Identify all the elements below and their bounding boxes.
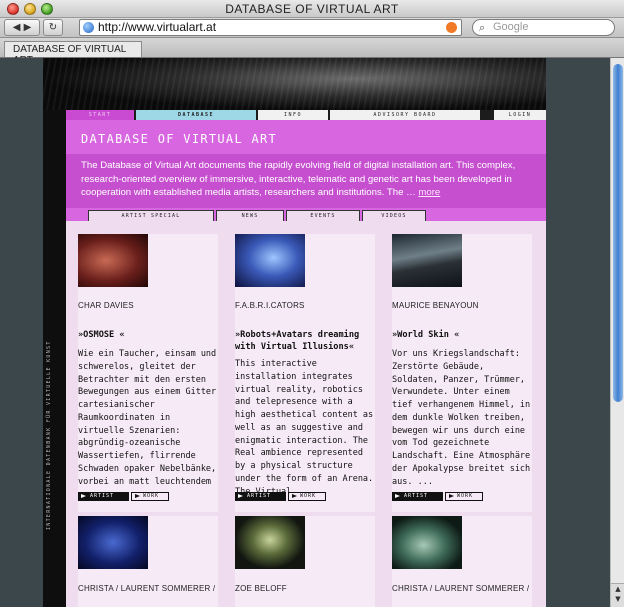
tab-events[interactable]: EVENTS xyxy=(286,210,360,221)
rss-icon[interactable] xyxy=(446,22,457,33)
globe-icon xyxy=(83,22,94,33)
artwork-thumbnail[interactable] xyxy=(235,516,305,569)
artwork-card: F.A.B.R.I.CATORS »Robots+Avatars dreamin… xyxy=(235,234,375,512)
forward-arrow-icon[interactable]: ▶ xyxy=(24,22,32,33)
search-icon: ⌕ xyxy=(479,22,486,34)
artwork-thumbnail[interactable] xyxy=(392,516,462,569)
artwork-card: CHRISTA / LAURENT SOMMERER / xyxy=(392,516,532,607)
browser-window: DATABASE OF VIRTUAL ART ◀ ▶ ↻ http://www… xyxy=(0,0,624,607)
work-title[interactable]: »OSMOSE « xyxy=(78,330,218,342)
address-field[interactable]: http://www.virtualart.at xyxy=(79,19,462,36)
artwork-card: ZOE BELOFF xyxy=(235,516,375,607)
artist-name: F.A.B.R.I.CATORS xyxy=(235,301,305,310)
artist-name: CHRISTA / LAURENT SOMMERER / xyxy=(78,584,216,593)
search-input[interactable]: ⌕ Google xyxy=(472,19,615,36)
tab-database-of-virtual-art[interactable]: DATABASE OF VIRTUAL ART xyxy=(4,41,142,66)
url-text: http://www.virtualart.at xyxy=(98,20,217,34)
page-title: DATABASE OF VIRTUAL ART xyxy=(81,132,278,146)
back-forward-button[interactable]: ◀ ▶ xyxy=(4,19,40,36)
artwork-card: MAURICE BENAYOUN »World Skin « Vor uns K… xyxy=(392,234,532,512)
page-header: DATABASE OF VIRTUAL ART xyxy=(66,120,546,154)
vertical-site-label: INTERNATIONALE DATENBANK FÜR VIRTUELLE K… xyxy=(46,340,52,530)
work-button[interactable]: WORK xyxy=(131,492,169,501)
artist-button[interactable]: ARTIST xyxy=(235,492,286,501)
toolbar: ◀ ▶ ↻ http://www.virtualart.at ⌕ Google xyxy=(0,18,624,38)
intro-text: The Database of Virtual Art documents th… xyxy=(66,154,546,208)
search-placeholder: Google xyxy=(493,21,529,33)
work-button[interactable]: WORK xyxy=(288,492,326,501)
work-description: This interactive installation integrates… xyxy=(235,359,374,497)
nav-login[interactable]: LOGIN xyxy=(494,110,546,120)
tab-videos[interactable]: VIDEOS xyxy=(362,210,426,221)
artwork-thumbnail[interactable] xyxy=(235,234,305,287)
tab-news[interactable]: NEWS xyxy=(216,210,284,221)
header-banner-image xyxy=(43,58,546,110)
back-arrow-icon[interactable]: ◀ xyxy=(13,22,21,33)
web-page: INTERNATIONALE DATENBANK FÜR VIRTUELLE K… xyxy=(0,58,610,607)
work-description: Vor uns Kriegslandschaft: Zerstörte Gebä… xyxy=(392,349,531,487)
artwork-thumbnail[interactable] xyxy=(78,234,148,287)
artwork-thumbnail[interactable] xyxy=(78,516,148,569)
nav-info[interactable]: INFO xyxy=(258,110,328,120)
work-description: Wie ein Taucher, einsam und schwerelos, … xyxy=(78,349,217,499)
work-title[interactable]: »Robots+Avatars dreaming with Virtual Il… xyxy=(235,330,375,353)
artwork-card: CHAR DAVIES »OSMOSE « Wie ein Taucher, e… xyxy=(78,234,218,512)
title-bar: DATABASE OF VIRTUAL ART xyxy=(0,0,624,18)
scroll-arrows[interactable]: ▲ ▼ xyxy=(611,583,624,607)
intro-paragraph: The Database of Virtual Art documents th… xyxy=(81,160,516,198)
artist-name: CHAR DAVIES xyxy=(78,301,134,310)
vertical-scrollbar[interactable]: ▲ ▼ xyxy=(610,58,624,607)
scrollbar-thumb[interactable] xyxy=(613,64,623,402)
work-button[interactable]: WORK xyxy=(445,492,483,501)
reload-button[interactable]: ↻ xyxy=(43,19,63,36)
more-link[interactable]: more xyxy=(418,187,440,198)
sub-nav: ARTIST SPECIAL NEWS EVENTS VIDEOS xyxy=(66,208,546,221)
nav-start[interactable]: START xyxy=(66,110,134,120)
left-strip: INTERNATIONALE DATENBANK FÜR VIRTUELLE K… xyxy=(43,110,66,607)
nav-advisory-board[interactable]: ADVISORY BOARD xyxy=(330,110,480,120)
tab-artist-special[interactable]: ARTIST SPECIAL xyxy=(88,210,214,221)
main-content: START DATABASE INFO ADVISORY BOARD LOGIN… xyxy=(66,110,546,607)
artist-button[interactable]: ARTIST xyxy=(392,492,443,501)
artist-name: CHRISTA / LAURENT SOMMERER / xyxy=(392,584,530,593)
artist-name: MAURICE BENAYOUN xyxy=(392,301,479,310)
window-title: DATABASE OF VIRTUAL ART xyxy=(225,2,399,16)
artwork-thumbnail[interactable] xyxy=(392,234,462,287)
tab-bar: DATABASE OF VIRTUAL ART xyxy=(0,38,624,66)
reload-icon: ↻ xyxy=(48,22,58,33)
top-nav: START DATABASE INFO ADVISORY BOARD LOGIN xyxy=(66,110,546,120)
artist-name: ZOE BELOFF xyxy=(235,584,287,593)
nav-database[interactable]: DATABASE xyxy=(136,110,256,120)
site-frame: INTERNATIONALE DATENBANK FÜR VIRTUELLE K… xyxy=(43,58,546,607)
artwork-card: CHRISTA / LAURENT SOMMERER / xyxy=(78,516,218,607)
artist-button[interactable]: ARTIST xyxy=(78,492,129,501)
work-title[interactable]: »World Skin « xyxy=(392,330,532,342)
